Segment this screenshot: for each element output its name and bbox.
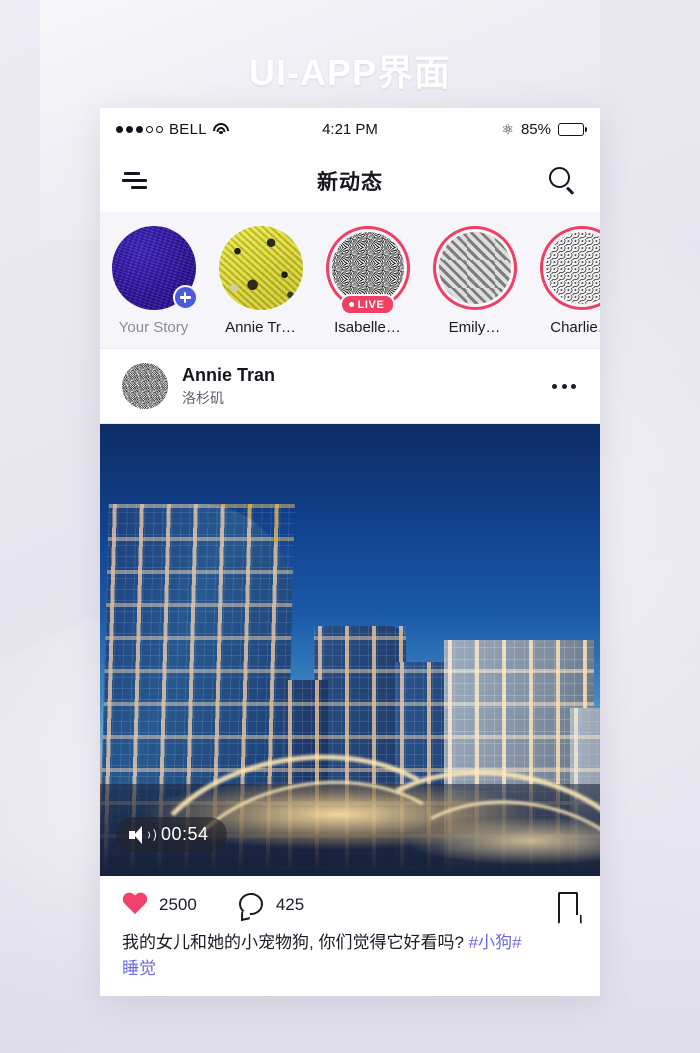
story-avatar-ring: LIVE — [325, 226, 410, 315]
page-heading: 新动态 — [317, 171, 383, 194]
avatar — [218, 226, 303, 310]
avatar[interactable] — [122, 363, 168, 409]
post-header: Annie Tran 洛杉矶 — [100, 349, 600, 424]
search-icon[interactable] — [548, 166, 578, 196]
signal-strength-icon — [116, 125, 163, 133]
more-options-icon[interactable] — [550, 376, 578, 397]
story-avatar-ring — [539, 226, 600, 310]
story-label: Annie Tr… — [225, 319, 296, 336]
story-item-isabelle[interactable]: LIVE Isabelle… — [314, 226, 421, 336]
live-dot-icon — [348, 302, 354, 307]
app-nav-bar: 新动态 — [100, 150, 600, 212]
wifi-icon — [212, 123, 229, 135]
live-label: LIVE — [357, 298, 385, 311]
story-label: Emily… — [448, 319, 501, 336]
battery-icon — [558, 122, 587, 136]
comment-count: 425 — [275, 895, 305, 914]
battery-percent-label: 85% — [520, 120, 551, 138]
post-author-block: Annie Tran 洛杉矶 — [182, 364, 536, 408]
story-avatar-ring — [111, 226, 198, 310]
avatar — [545, 232, 600, 304]
post-media[interactable]: 00:54 — [100, 424, 600, 876]
post-location[interactable]: 洛杉矶 — [182, 388, 536, 408]
video-duration-label: 00:54 — [161, 824, 209, 844]
story-avatar-ring — [218, 226, 303, 310]
speaker-icon[interactable] — [129, 825, 156, 844]
stories-carousel[interactable]: Your Story Annie Tr… LIVE Isabelle… Emil… — [100, 212, 600, 349]
media-skyline — [100, 424, 600, 876]
live-badge: LIVE — [339, 294, 396, 315]
bookmark-icon[interactable] — [558, 892, 578, 918]
post-caption: 我的女儿和她的小宠物狗, 你们觉得它好看吗? #小狗# 睡觉 — [100, 928, 600, 983]
status-bar-right: ⚛ 85% — [378, 120, 587, 138]
story-item-your-story[interactable]: Your Story — [100, 226, 207, 336]
story-item-annie[interactable]: Annie Tr… — [207, 226, 314, 336]
comment-icon[interactable] — [238, 893, 265, 922]
caption-text: 我的女儿和她的小宠物狗, 你们觉得它好看吗? — [122, 933, 464, 952]
post-username[interactable]: Annie Tran — [182, 364, 536, 387]
caption-hashtag-2[interactable]: 睡觉 — [122, 959, 156, 978]
caption-hashtag-1[interactable]: #小狗# — [469, 933, 522, 952]
story-label: Your Story — [118, 319, 189, 336]
status-bar-left: BELL — [116, 121, 322, 138]
story-item-emily[interactable]: Emily… — [421, 226, 528, 336]
carrier-label: BELL — [169, 120, 207, 138]
story-label: Isabelle… — [334, 319, 401, 336]
heart-icon[interactable] — [122, 893, 148, 917]
phone-mockup: BELL 4:21 PM ⚛ 85% 新动态 Your Story Annie … — [100, 108, 600, 996]
like-count: 2500 — [159, 895, 197, 914]
post-timestamp: 20分钟前 — [100, 983, 600, 997]
video-duration-pill[interactable]: 00:54 — [116, 817, 227, 852]
story-label: Charlie… — [550, 319, 600, 336]
comment-button[interactable]: 425 — [238, 893, 305, 922]
story-avatar-ring — [432, 226, 517, 310]
menu-icon[interactable] — [122, 170, 152, 192]
add-story-plus-icon[interactable] — [172, 285, 198, 310]
bluetooth-icon: ⚛ — [501, 121, 514, 137]
post-action-bar: 2500 425 — [100, 876, 600, 928]
page-title: UI-APP界面 — [248, 52, 451, 93]
status-bar-time: 4:21 PM — [322, 120, 378, 138]
like-button[interactable]: 2500 — [122, 893, 197, 917]
story-item-charlie[interactable]: Charlie… — [528, 226, 600, 336]
status-bar: BELL 4:21 PM ⚛ 85% — [100, 108, 600, 150]
avatar — [438, 232, 511, 304]
